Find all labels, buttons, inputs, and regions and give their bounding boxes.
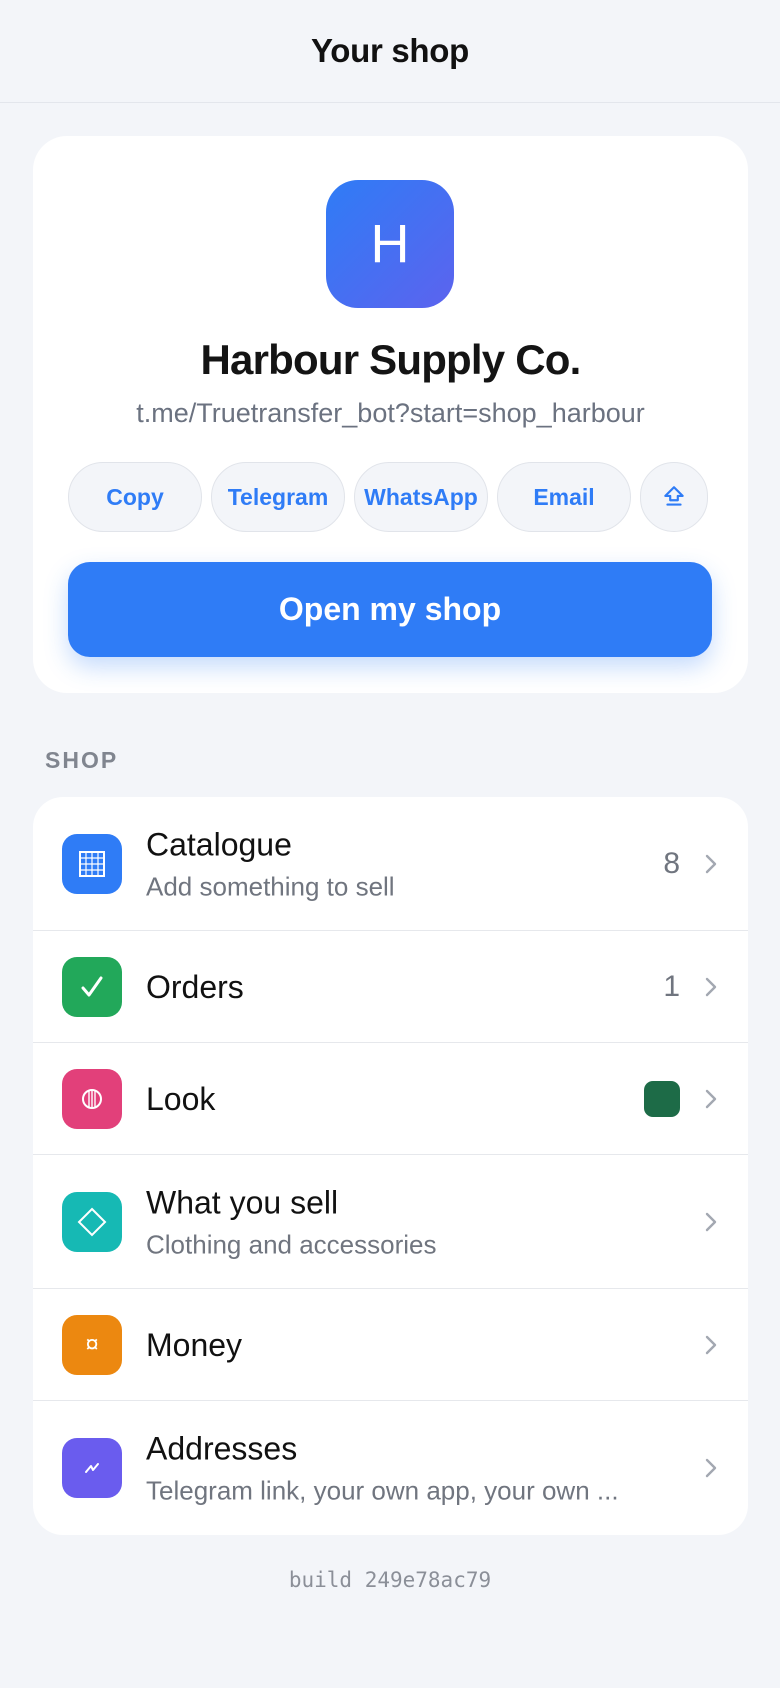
copy-button[interactable]: Copy bbox=[68, 462, 202, 532]
menu-item-orders[interactable]: Orders 1 bbox=[33, 931, 748, 1043]
link-icon bbox=[62, 1438, 122, 1498]
section-label-shop: SHOP bbox=[45, 747, 119, 773]
shop-menu-list: Catalogue Add something to sell 8 Orders… bbox=[33, 797, 748, 1535]
menu-item-subtitle: Clothing and accessories bbox=[146, 1229, 437, 1260]
chevron-right-icon bbox=[705, 1089, 717, 1108]
menu-item-title: Orders bbox=[146, 968, 244, 1005]
share-icon bbox=[664, 486, 684, 506]
share-row: Copy Telegram WhatsApp Email bbox=[68, 462, 708, 532]
menu-item-subtitle: Telegram link, your own app, your own ..… bbox=[146, 1475, 619, 1506]
chevron-right-icon bbox=[705, 977, 717, 996]
open-shop-button[interactable]: Open my shop bbox=[68, 562, 712, 657]
currency-icon: ¤ bbox=[62, 1314, 122, 1375]
menu-item-money[interactable]: ¤ Money bbox=[33, 1289, 748, 1401]
top-bar: Your shop bbox=[0, 0, 780, 103]
share-telegram-button[interactable]: Telegram bbox=[211, 462, 345, 532]
shop-name: Harbour Supply Co. bbox=[200, 336, 582, 383]
orders-count: 1 bbox=[663, 969, 680, 1003]
menu-item-what-you-sell[interactable]: What you sell Clothing and accessories bbox=[33, 1155, 748, 1289]
menu-item-title: Catalogue bbox=[146, 825, 292, 862]
chevron-right-icon bbox=[705, 1458, 717, 1478]
shop-logo: H bbox=[326, 180, 454, 308]
menu-item-addresses[interactable]: Addresses Telegram link, your own app, y… bbox=[33, 1401, 748, 1535]
more-share-button[interactable] bbox=[640, 462, 708, 532]
grid-icon bbox=[62, 833, 122, 894]
shop-logo-letter: H bbox=[370, 214, 410, 274]
menu-item-catalogue[interactable]: Catalogue Add something to sell 8 bbox=[33, 797, 748, 931]
shop-card: H Harbour Supply Co. t.me/Truetransfer_b… bbox=[33, 136, 748, 693]
theme-color-swatch bbox=[644, 1080, 680, 1117]
shop-link[interactable]: t.me/Truetransfer_bot?start=shop_harbour bbox=[33, 398, 748, 429]
menu-item-title: What you sell bbox=[146, 1183, 339, 1220]
share-email-button[interactable]: Email bbox=[497, 462, 631, 532]
menu-item-title: Money bbox=[146, 1326, 243, 1363]
menu-item-subtitle: Add something to sell bbox=[146, 871, 395, 902]
palette-icon bbox=[62, 1068, 122, 1129]
diamond-icon bbox=[62, 1191, 122, 1252]
chevron-right-icon bbox=[705, 1212, 717, 1231]
check-icon bbox=[62, 956, 122, 1017]
menu-item-title: Look bbox=[146, 1080, 216, 1117]
chevron-right-icon bbox=[705, 1335, 717, 1354]
menu-item-look[interactable]: Look bbox=[33, 1043, 748, 1155]
catalogue-count: 8 bbox=[663, 846, 680, 880]
share-whatsapp-button[interactable]: WhatsApp bbox=[354, 462, 488, 532]
build-version: build 249e78ac79 bbox=[288, 1568, 492, 1592]
page-title: Your shop bbox=[310, 32, 469, 69]
menu-item-title: Addresses bbox=[146, 1430, 298, 1467]
chevron-right-icon bbox=[705, 854, 717, 873]
